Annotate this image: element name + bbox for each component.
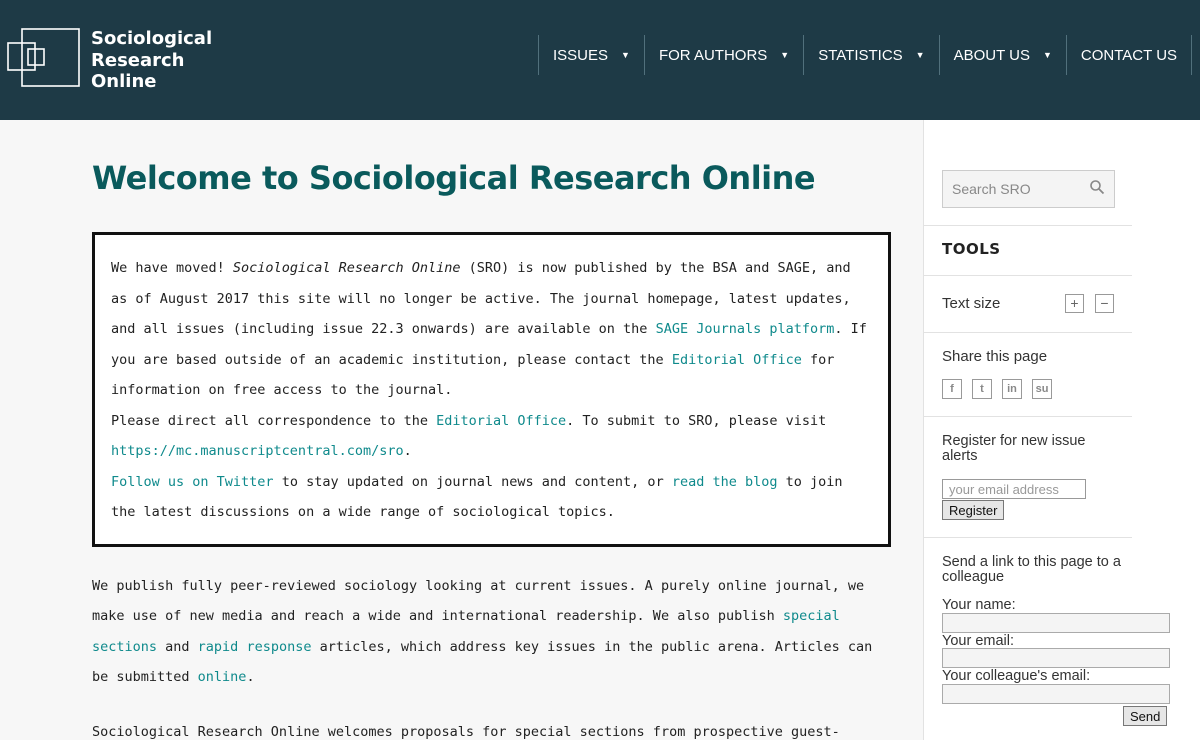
sidebar: TOOLS Text size + − Share this page f t … bbox=[923, 120, 1200, 740]
caret-down-icon: ▼ bbox=[621, 50, 630, 60]
send-link-label: Send a link to this page to a colleague bbox=[942, 554, 1121, 585]
main-content: Welcome to Sociological Research Online … bbox=[92, 120, 892, 740]
facebook-icon[interactable]: f bbox=[942, 379, 962, 399]
main-nav: ISSUES ▼ FOR AUTHORS ▼ STATISTICS ▼ ABOU… bbox=[538, 35, 1193, 75]
logo-mark-icon bbox=[7, 28, 80, 87]
logo-text: Sociological Research Online bbox=[91, 28, 212, 93]
sage-journals-link[interactable]: SAGE Journals platform bbox=[656, 321, 835, 337]
share-icons: f t in su bbox=[942, 379, 1052, 399]
text-size-label: Text size bbox=[942, 295, 1001, 312]
search-box bbox=[942, 170, 1115, 208]
nav-contact-us[interactable]: CONTACT US bbox=[1065, 35, 1193, 75]
decrease-text-size-button[interactable]: − bbox=[1095, 294, 1114, 313]
twitter-link[interactable]: Follow us on Twitter bbox=[111, 474, 274, 490]
nav-label: ABOUT US bbox=[953, 46, 1030, 64]
rapid-response-link[interactable]: rapid response bbox=[198, 639, 312, 655]
notice-text: . bbox=[403, 443, 412, 459]
caret-down-icon: ▼ bbox=[915, 50, 925, 60]
register-alerts-label: Register for new issue alerts bbox=[942, 433, 1086, 464]
nav-for-authors[interactable]: FOR AUTHORS ▼ bbox=[643, 35, 803, 75]
tools-heading: TOOLS bbox=[942, 240, 1001, 258]
colleague-email-label: Your colleague's email: bbox=[942, 668, 1091, 684]
twitter-icon[interactable]: t bbox=[972, 379, 992, 399]
caret-down-icon: ▼ bbox=[1043, 50, 1052, 60]
logo-line: Research bbox=[91, 49, 185, 71]
search-icon[interactable] bbox=[1089, 179, 1105, 195]
divider bbox=[924, 537, 1132, 538]
moved-notice-box: We have moved! Sociological Research Onl… bbox=[92, 232, 891, 547]
nav-issues[interactable]: ISSUES ▼ bbox=[538, 35, 644, 75]
notice-paragraph: We have moved! Sociological Research Onl… bbox=[111, 253, 872, 406]
your-name-label: Your name: bbox=[942, 597, 1016, 613]
notice-paragraph: Please direct all correspondence to the … bbox=[111, 406, 872, 467]
nav-label: STATISTICS bbox=[818, 46, 903, 64]
nav-label: ISSUES bbox=[553, 46, 609, 64]
search-input[interactable] bbox=[943, 171, 1083, 207]
notice-text: to stay updated on journal news and cont… bbox=[273, 473, 672, 490]
nav-about-us[interactable]: ABOUT US ▼ bbox=[938, 35, 1066, 75]
notice-text: Please direct all correspondence to the bbox=[111, 412, 437, 429]
divider bbox=[924, 332, 1132, 333]
register-button[interactable]: Register bbox=[942, 500, 1005, 520]
intro-paragraph: We publish fully peer-reviewed sociology… bbox=[92, 571, 892, 693]
intro-text: and bbox=[157, 638, 198, 655]
site-header: Sociological Research Online ISSUES ▼ FO… bbox=[0, 0, 1200, 120]
divider bbox=[924, 225, 1132, 226]
logo-line: Sociological bbox=[91, 28, 213, 49]
online-submission-link[interactable]: online bbox=[198, 669, 247, 685]
linkedin-icon[interactable]: in bbox=[1002, 379, 1022, 399]
stumbleupon-icon[interactable]: su bbox=[1032, 379, 1052, 399]
journal-name: Sociological Research Online bbox=[232, 260, 461, 276]
notice-paragraph: Follow us on Twitter to stay updated on … bbox=[111, 467, 872, 528]
nav-statistics[interactable]: STATISTICS ▼ bbox=[803, 35, 938, 75]
blog-link[interactable]: read the blog bbox=[672, 474, 778, 490]
notice-text: We have moved! bbox=[111, 260, 233, 276]
page-title: Welcome to Sociological Research Online bbox=[92, 159, 816, 197]
special-sections-paragraph: Sociological Research Online welcomes pr… bbox=[92, 723, 840, 740]
manuscript-central-link[interactable]: https://mc.manuscriptcentral.com/sro bbox=[111, 443, 404, 459]
your-name-field[interactable] bbox=[942, 613, 1170, 633]
caret-down-icon: ▼ bbox=[780, 50, 790, 60]
intro-text: We publish fully peer-reviewed sociology… bbox=[92, 577, 865, 625]
colleague-email-field[interactable] bbox=[942, 684, 1170, 704]
your-email-field[interactable] bbox=[942, 648, 1170, 668]
share-label: Share this page bbox=[942, 348, 1048, 365]
nav-label: FOR AUTHORS bbox=[658, 46, 768, 64]
editorial-office-link[interactable]: Editorial Office bbox=[436, 413, 566, 429]
notice-text: . To submit to SRO, please visit bbox=[566, 412, 827, 429]
site-logo[interactable]: Sociological Research Online bbox=[7, 28, 217, 92]
alert-email-input[interactable] bbox=[942, 479, 1086, 499]
intro-text: . bbox=[246, 669, 255, 685]
send-button[interactable]: Send bbox=[1123, 706, 1168, 726]
logo-line: Online bbox=[91, 71, 157, 92]
your-email-label: Your email: bbox=[942, 633, 1015, 649]
nav-label: CONTACT US bbox=[1080, 46, 1178, 64]
editorial-office-link[interactable]: Editorial Office bbox=[672, 352, 802, 368]
increase-text-size-button[interactable]: + bbox=[1065, 294, 1084, 313]
divider bbox=[924, 416, 1132, 417]
divider bbox=[924, 275, 1132, 276]
